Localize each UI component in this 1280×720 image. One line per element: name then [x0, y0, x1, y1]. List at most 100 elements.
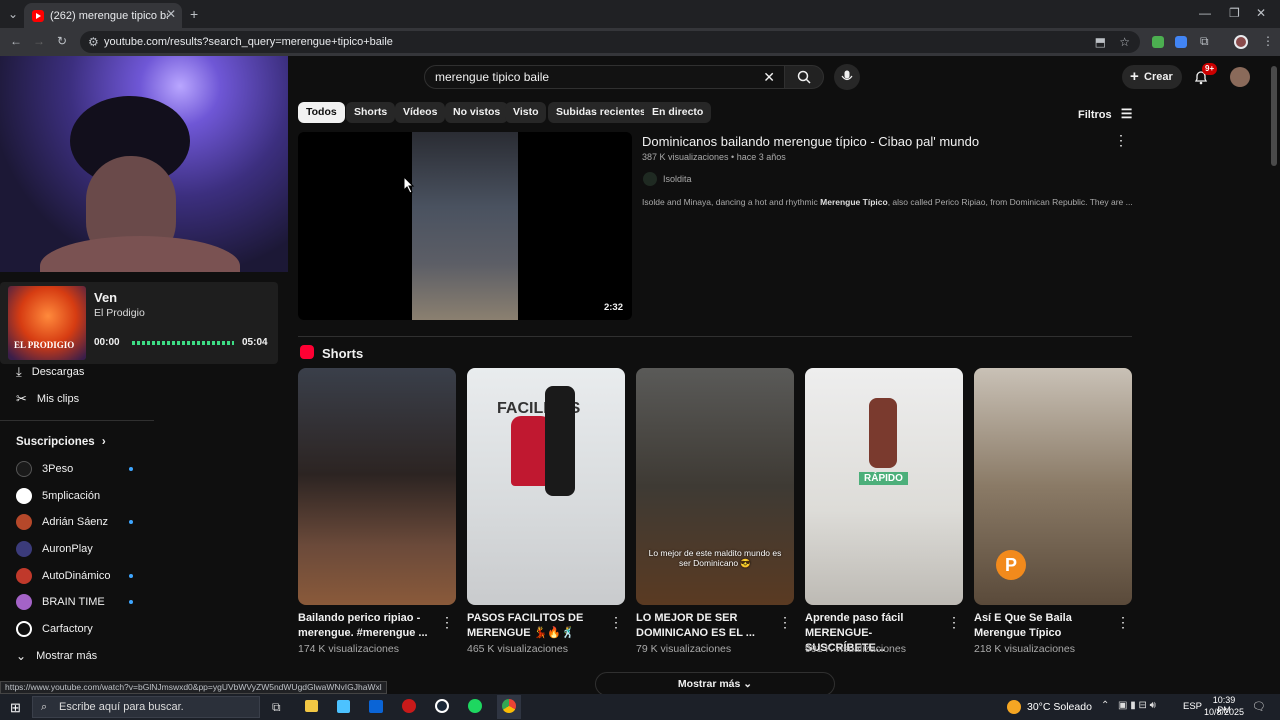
url-text: youtube.com/results?search_query=merengu… [104, 36, 393, 48]
video-title[interactable]: Dominicanos bailando merengue típico - C… [642, 134, 1102, 149]
short-title[interactable]: Bailando perico ripiao - merengue. #mere… [298, 611, 438, 641]
chip-en-directo[interactable]: En directo [644, 102, 712, 123]
short-more-icon[interactable]: ⋮ [440, 614, 454, 631]
spotify-icon[interactable] [468, 699, 482, 713]
browser-tab-bar: ⌄ (262) merengue tipico baile - YouTube … [0, 0, 1280, 28]
description-highlight: Merengue Típico [820, 197, 888, 207]
bookmark-star-icon[interactable]: ☆ [1119, 31, 1130, 53]
close-window-icon[interactable]: ✕ [1256, 6, 1266, 20]
profile-avatar[interactable] [1234, 35, 1248, 49]
short-thumbnail[interactable]: FACILITOS [467, 368, 625, 605]
task-view-icon[interactable]: ⧉ [272, 700, 281, 715]
short-more-icon[interactable]: ⋮ [609, 614, 623, 631]
minimize-icon[interactable]: — [1199, 6, 1211, 20]
windows-start-icon[interactable]: ⊞ [10, 700, 21, 716]
subscription-auronplay[interactable]: AuronPlay [16, 539, 93, 559]
short-more-icon[interactable]: ⋮ [778, 614, 792, 631]
store-icon[interactable] [337, 700, 350, 713]
search-input[interactable]: merengue tipico baile ✕ [424, 65, 786, 89]
site-info-icon[interactable]: ⚙ [88, 31, 99, 53]
sliders-icon: ☰ [1120, 106, 1133, 121]
tab-search-icon[interactable]: ⌄ [8, 7, 18, 21]
subscription-adrian-saenz[interactable]: Adrián Sáenz [16, 512, 108, 532]
install-icon[interactable]: ⬒ [1095, 31, 1106, 53]
new-content-dot [129, 600, 133, 604]
channel-avatar [16, 541, 32, 557]
sidebar-item-mis-clips[interactable]: ✂ Mis clips [16, 389, 79, 409]
time-total: 05:04 [242, 337, 268, 348]
short-more-icon[interactable]: ⋮ [947, 614, 961, 631]
shorts-show-more-button[interactable]: Mostrar más ⌄ [595, 672, 835, 696]
track-progress-bar[interactable] [132, 341, 234, 345]
subscription-5mplicacion[interactable]: 5mplicación [16, 486, 100, 506]
reload-icon[interactable]: ↻ [57, 34, 67, 48]
back-icon[interactable]: ← [10, 34, 22, 48]
restore-icon[interactable]: ❐ [1229, 6, 1240, 20]
webcam-overlay [0, 56, 288, 272]
video-thumbnail[interactable]: 2:32 [298, 132, 632, 320]
short-thumbnail[interactable]: Lo mejor de este maldito mundo es ser Do… [636, 368, 794, 605]
url-bar[interactable]: ⚙ youtube.com/results?search_query=meren… [80, 31, 1140, 53]
short-title[interactable]: Así E Que Se Baila Merengue Típico [974, 611, 1114, 641]
subscriptions-heading[interactable]: Suscripciones › [16, 436, 106, 448]
voice-search-button[interactable] [834, 64, 860, 90]
account-avatar[interactable] [1230, 67, 1250, 87]
clear-search-icon[interactable]: ✕ [763, 66, 775, 88]
short-more-icon[interactable]: ⋮ [1116, 614, 1130, 631]
sidebar-show-more[interactable]: ⌄ Mostrar más [16, 646, 97, 666]
tray-icons[interactable]: ▣ ▮ ⊟ 🔊︎ [1118, 700, 1156, 711]
extensions-puzzle-icon[interactable]: ⧉ [1200, 34, 1209, 49]
chip-shorts[interactable]: Shorts [346, 102, 396, 123]
forward-icon[interactable]: → [33, 34, 45, 48]
subscription-autodinamico[interactable]: AutoDinámico [16, 566, 110, 586]
shorts-logo-icon [300, 345, 314, 359]
download-icon: ⤓ [16, 364, 22, 379]
chip-videos[interactable]: Vídeos [395, 102, 446, 123]
video-more-icon[interactable]: ⋮ [1114, 132, 1128, 149]
clock-date[interactable]: 10/8/2025 [1204, 707, 1244, 717]
chrome-icon [502, 699, 516, 713]
chip-todos[interactable]: Todos [298, 102, 345, 123]
steam-icon[interactable] [435, 699, 449, 713]
search-button[interactable] [784, 65, 824, 89]
tray-overflow-icon[interactable]: ⌃ [1101, 700, 1109, 711]
notifications-button[interactable]: 9+ [1193, 63, 1218, 90]
channel-avatar [16, 621, 32, 637]
tab-close-icon[interactable]: ✕ [166, 7, 176, 21]
browser-tab[interactable]: (262) merengue tipico baile - YouTube ✕ [24, 3, 182, 28]
new-tab-icon[interactable]: + [190, 6, 198, 22]
short-title[interactable]: LO MEJOR DE SER DOMINICANO ES EL ... [636, 611, 776, 641]
chip-visto[interactable]: Visto [505, 102, 547, 123]
subscription-carfactory[interactable]: Carfactory [16, 619, 93, 639]
chip-subidas-recientes[interactable]: Subidas recientes [548, 102, 654, 123]
channel-avatar[interactable] [643, 172, 657, 186]
subscription-3peso[interactable]: 3Peso [16, 459, 73, 479]
subscription-brain-time[interactable]: BRAIN TIME [16, 592, 105, 612]
short-views: 465 K visualizaciones [467, 643, 568, 655]
translate-extension-icon[interactable] [1175, 36, 1187, 48]
short-views: 991 K visualizaciones [805, 643, 906, 655]
short-thumbnail[interactable]: P [974, 368, 1132, 605]
channel-name[interactable]: Isoldita [663, 174, 692, 184]
notifications-center-icon[interactable]: 🗨︎ [1252, 700, 1266, 713]
extension-green-icon[interactable] [1152, 36, 1164, 48]
video-duration: 2:32 [600, 301, 626, 314]
browser-toolbar: ← → ↻ ⚙ youtube.com/results?search_query… [0, 28, 1280, 56]
file-explorer-icon[interactable] [305, 700, 318, 712]
taskbar-search[interactable]: ⌕ Escribe aquí para buscar. [32, 696, 260, 718]
app-red-icon[interactable] [402, 699, 416, 713]
filters-button[interactable]: Filtros ☰ [1078, 106, 1132, 122]
chip-no-vistos[interactable]: No vistos [445, 102, 509, 123]
video-meta: 387 K visualizaciones • hace 3 años [642, 152, 786, 162]
short-title[interactable]: PASOS FACILITOS DE MERENGUE 💃🔥🕺 [467, 611, 607, 641]
outlook-icon[interactable] [369, 700, 383, 713]
language-indicator[interactable]: ESP [1183, 701, 1202, 712]
video-description: Isolde and Minaya, dancing a hot and rhy… [642, 197, 1133, 207]
create-button[interactable]: + Crear [1122, 65, 1182, 89]
page-scrollbar[interactable] [1271, 66, 1277, 166]
weather-text[interactable]: 30°C Soleado [1027, 701, 1092, 713]
short-thumbnail[interactable] [298, 368, 456, 605]
sidebar-item-descargas[interactable]: ⤓ Descargas [16, 362, 84, 382]
browser-menu-icon[interactable]: ⋮ [1262, 34, 1274, 48]
short-thumbnail[interactable]: RÁPIDO [805, 368, 963, 605]
